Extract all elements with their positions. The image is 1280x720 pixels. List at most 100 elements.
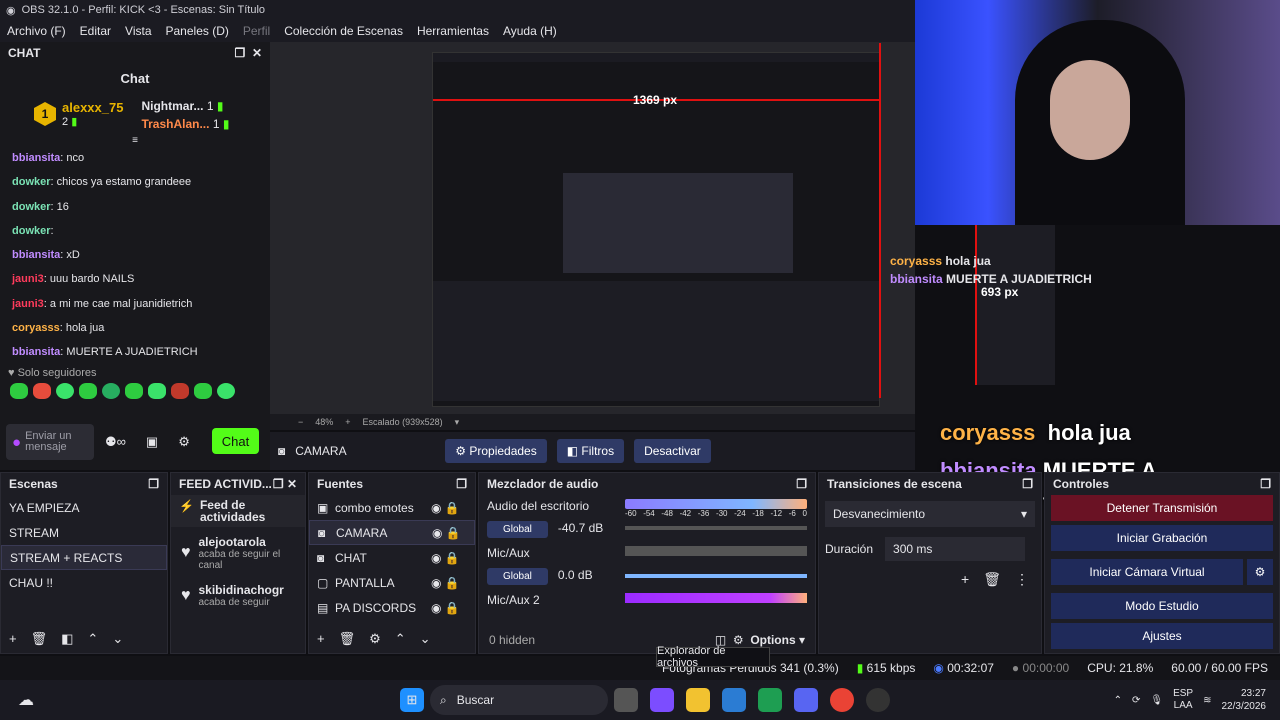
filters-button[interactable]: ◧ Filtros xyxy=(556,439,625,463)
emote-icon[interactable] xyxy=(79,382,97,399)
source-item-selected[interactable]: ◙ CAMARA ◉ 🔒 xyxy=(309,520,475,545)
emote-icon[interactable] xyxy=(10,382,28,399)
menu-coleccion[interactable]: Colección de Escenas xyxy=(284,24,403,38)
menu-editar[interactable]: Editar xyxy=(80,24,111,38)
float-icon[interactable]: ❐ xyxy=(796,477,807,491)
close-icon[interactable]: ✕ xyxy=(287,477,297,491)
more-icon[interactable]: ⋮ xyxy=(1015,571,1029,588)
emote-icon[interactable] xyxy=(102,382,120,399)
chat-username[interactable]: coryasss xyxy=(12,322,60,334)
word-icon[interactable] xyxy=(722,688,746,712)
source-item[interactable]: ◙ CHAT ◉ 🔒 xyxy=(309,545,475,570)
menu-herramientas[interactable]: Herramientas xyxy=(417,24,489,38)
source-item[interactable]: ▢ PANTALLA ◉ 🔒 xyxy=(309,570,475,595)
float-icon[interactable]: ❐ xyxy=(1260,477,1271,491)
menu-archivo[interactable]: Archivo (F) xyxy=(7,24,66,38)
zoom-in-icon[interactable]: + xyxy=(345,417,350,427)
emote-icon[interactable] xyxy=(56,382,74,399)
deactivate-button[interactable]: Desactivar xyxy=(634,439,711,463)
add-icon[interactable]: + xyxy=(961,571,969,588)
menu-perfil[interactable]: Perfil xyxy=(243,24,270,38)
zoom-out-icon[interactable]: − xyxy=(298,417,303,427)
virtual-camera-button[interactable]: Iniciar Cámara Virtual xyxy=(1051,559,1243,585)
chat-username[interactable]: bbiansita xyxy=(12,152,60,164)
chat-username[interactable]: bbiansita xyxy=(12,346,60,358)
chat-username[interactable]: jauni3 xyxy=(12,273,44,285)
gear-icon[interactable]: ⚙ xyxy=(1247,559,1273,585)
folder-icon[interactable] xyxy=(686,688,710,712)
excel-icon[interactable] xyxy=(758,688,782,712)
chat-username[interactable]: dowker xyxy=(12,176,51,188)
settings-button[interactable]: Ajustes xyxy=(1051,623,1273,649)
trash-icon[interactable]: 🗑 xyxy=(31,631,48,647)
wifi-icon[interactable]: ≋ xyxy=(1203,695,1211,706)
float-icon[interactable]: ❐ xyxy=(1022,477,1033,491)
trash-icon[interactable]: 🗑 xyxy=(339,631,356,647)
global-button[interactable]: Global xyxy=(487,521,548,538)
emote-icon[interactable] xyxy=(33,382,51,399)
scene-item[interactable]: CHAU !! xyxy=(1,570,167,595)
clock-time[interactable]: 23:27 xyxy=(1241,688,1266,699)
zoom-level[interactable]: 48% xyxy=(315,417,333,427)
chat-username[interactable]: jauni3 xyxy=(12,298,44,310)
scale-label[interactable]: Escalado (939x528) xyxy=(363,417,443,427)
emote-icon[interactable] xyxy=(148,382,166,399)
lang-2[interactable]: LAA xyxy=(1174,700,1193,711)
tray-chevron-icon[interactable]: ⌃ xyxy=(1114,695,1122,706)
up-icon[interactable]: ⌃ xyxy=(87,631,98,647)
float-icon[interactable]: ❐ xyxy=(148,477,159,491)
source-item[interactable]: ▤ PA DISCORDS ◉ 🔒 xyxy=(309,595,475,620)
float-icon[interactable]: ❐ xyxy=(235,46,246,60)
emote-icon[interactable] xyxy=(194,382,212,399)
chat-input[interactable]: ● Enviar un mensaje xyxy=(6,424,94,460)
add-icon[interactable]: + xyxy=(317,631,325,647)
menu-paneles[interactable]: Paneles (D) xyxy=(166,24,229,38)
scene-item-selected[interactable]: STREAM + REACTS xyxy=(1,545,167,570)
task-view-icon[interactable] xyxy=(614,688,638,712)
discord-icon[interactable] xyxy=(794,688,818,712)
up-icon[interactable]: ⌃ xyxy=(395,631,406,647)
start-recording-button[interactable]: Iniciar Grabación xyxy=(1051,525,1273,551)
tray-icon[interactable]: ⟳ xyxy=(1132,695,1140,706)
people-icon[interactable]: ⚉∞ xyxy=(105,434,126,450)
properties-button[interactable]: ⚙ Propiedades xyxy=(445,439,547,463)
trash-icon[interactable]: 🗑 xyxy=(983,571,1001,588)
emote-icon[interactable] xyxy=(171,382,189,399)
chat-username[interactable]: dowker xyxy=(12,225,51,237)
filter-icon[interactable]: ◧ xyxy=(61,631,73,647)
mic-tray-icon[interactable]: 🎙 xyxy=(1150,695,1163,706)
float-icon[interactable]: ❐ xyxy=(456,477,467,491)
copilot-icon[interactable] xyxy=(650,688,674,712)
global-button[interactable]: Global xyxy=(487,568,548,585)
menu-ayuda[interactable]: Ayuda (H) xyxy=(503,24,557,38)
menu-vista[interactable]: Vista xyxy=(125,24,151,38)
chat-username[interactable]: bbiansita xyxy=(12,249,60,261)
scene-item[interactable]: YA EMPIEZA xyxy=(1,495,167,520)
source-item[interactable]: ▣ combo emotes ◉ 🔒 xyxy=(309,495,475,520)
volume-slider[interactable] xyxy=(625,574,807,578)
float-icon[interactable]: ❐ xyxy=(273,477,284,491)
transition-select[interactable]: Desvanecimiento ▾ xyxy=(825,501,1035,527)
down-icon[interactable]: ⌄ xyxy=(112,631,123,647)
down-icon[interactable]: ⌄ xyxy=(420,631,431,647)
close-icon[interactable]: ✕ xyxy=(252,46,262,60)
scene-item[interactable]: STREAM xyxy=(1,520,167,545)
chat-send-button[interactable]: Chat xyxy=(212,428,259,454)
windows-start-icon[interactable]: ⊞ xyxy=(400,688,424,712)
taskbar-search[interactable]: ⌕ Buscar xyxy=(430,685,608,715)
duration-input[interactable]: 300 ms xyxy=(885,537,1026,561)
scroll-down-icon[interactable]: ≡ xyxy=(0,135,270,146)
clock-date[interactable]: 22/3/2026 xyxy=(1222,701,1267,712)
stop-stream-button[interactable]: Detener Transmisión xyxy=(1051,495,1273,521)
emote-icon[interactable] xyxy=(125,382,143,399)
gear-icon[interactable]: ⚙ xyxy=(369,631,381,647)
chrome-icon[interactable] xyxy=(830,688,854,712)
emote-icon[interactable] xyxy=(217,382,235,399)
chat-username[interactable]: dowker xyxy=(12,201,51,213)
lang-1[interactable]: ESP xyxy=(1173,688,1193,699)
obs-taskbar-icon[interactable] xyxy=(866,688,890,712)
store-icon[interactable]: ▣ xyxy=(146,434,158,450)
gear-icon[interactable]: ⚙ xyxy=(178,434,190,450)
volume-slider[interactable] xyxy=(625,526,807,530)
studio-mode-button[interactable]: Modo Estudio xyxy=(1051,593,1273,619)
